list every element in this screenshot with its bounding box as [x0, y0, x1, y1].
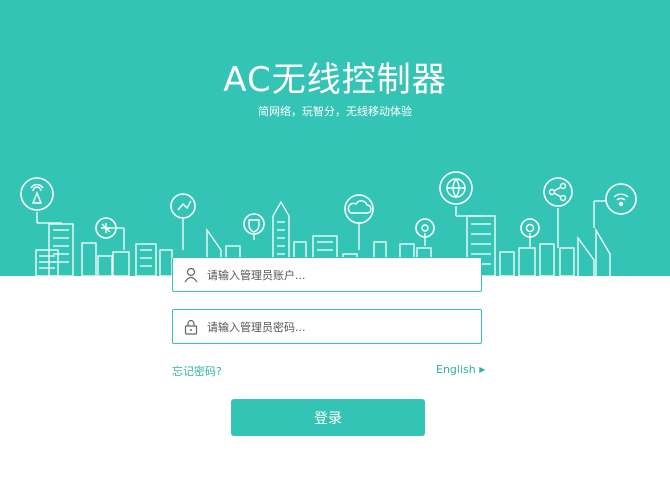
header-banner: AC无线控制器 简网络，玩智分，无线移动体验: [0, 0, 670, 276]
cloud-icon: [344, 194, 374, 224]
username-field[interactable]: [172, 257, 482, 293]
password-input[interactable]: [205, 310, 479, 345]
shield-icon: [243, 213, 265, 235]
wifi-icon: [605, 183, 637, 215]
language-label: English: [436, 363, 476, 376]
username-input[interactable]: [205, 258, 479, 293]
page-subtitle: 简网络，玩智分，无线移动体验: [258, 105, 412, 118]
language-switch-link[interactable]: English ▶: [436, 363, 485, 376]
login-button[interactable]: 登录: [231, 399, 425, 436]
user-icon: [184, 267, 198, 283]
caret-right-icon: ▶: [479, 365, 486, 374]
share-icon: [543, 177, 573, 207]
connect-icon: [170, 193, 196, 219]
page-title: AC无线控制器: [223, 60, 447, 100]
password-field[interactable]: [172, 309, 482, 345]
lock-icon: [184, 319, 198, 335]
forgot-password-link[interactable]: 忘记密码?: [172, 363, 222, 379]
